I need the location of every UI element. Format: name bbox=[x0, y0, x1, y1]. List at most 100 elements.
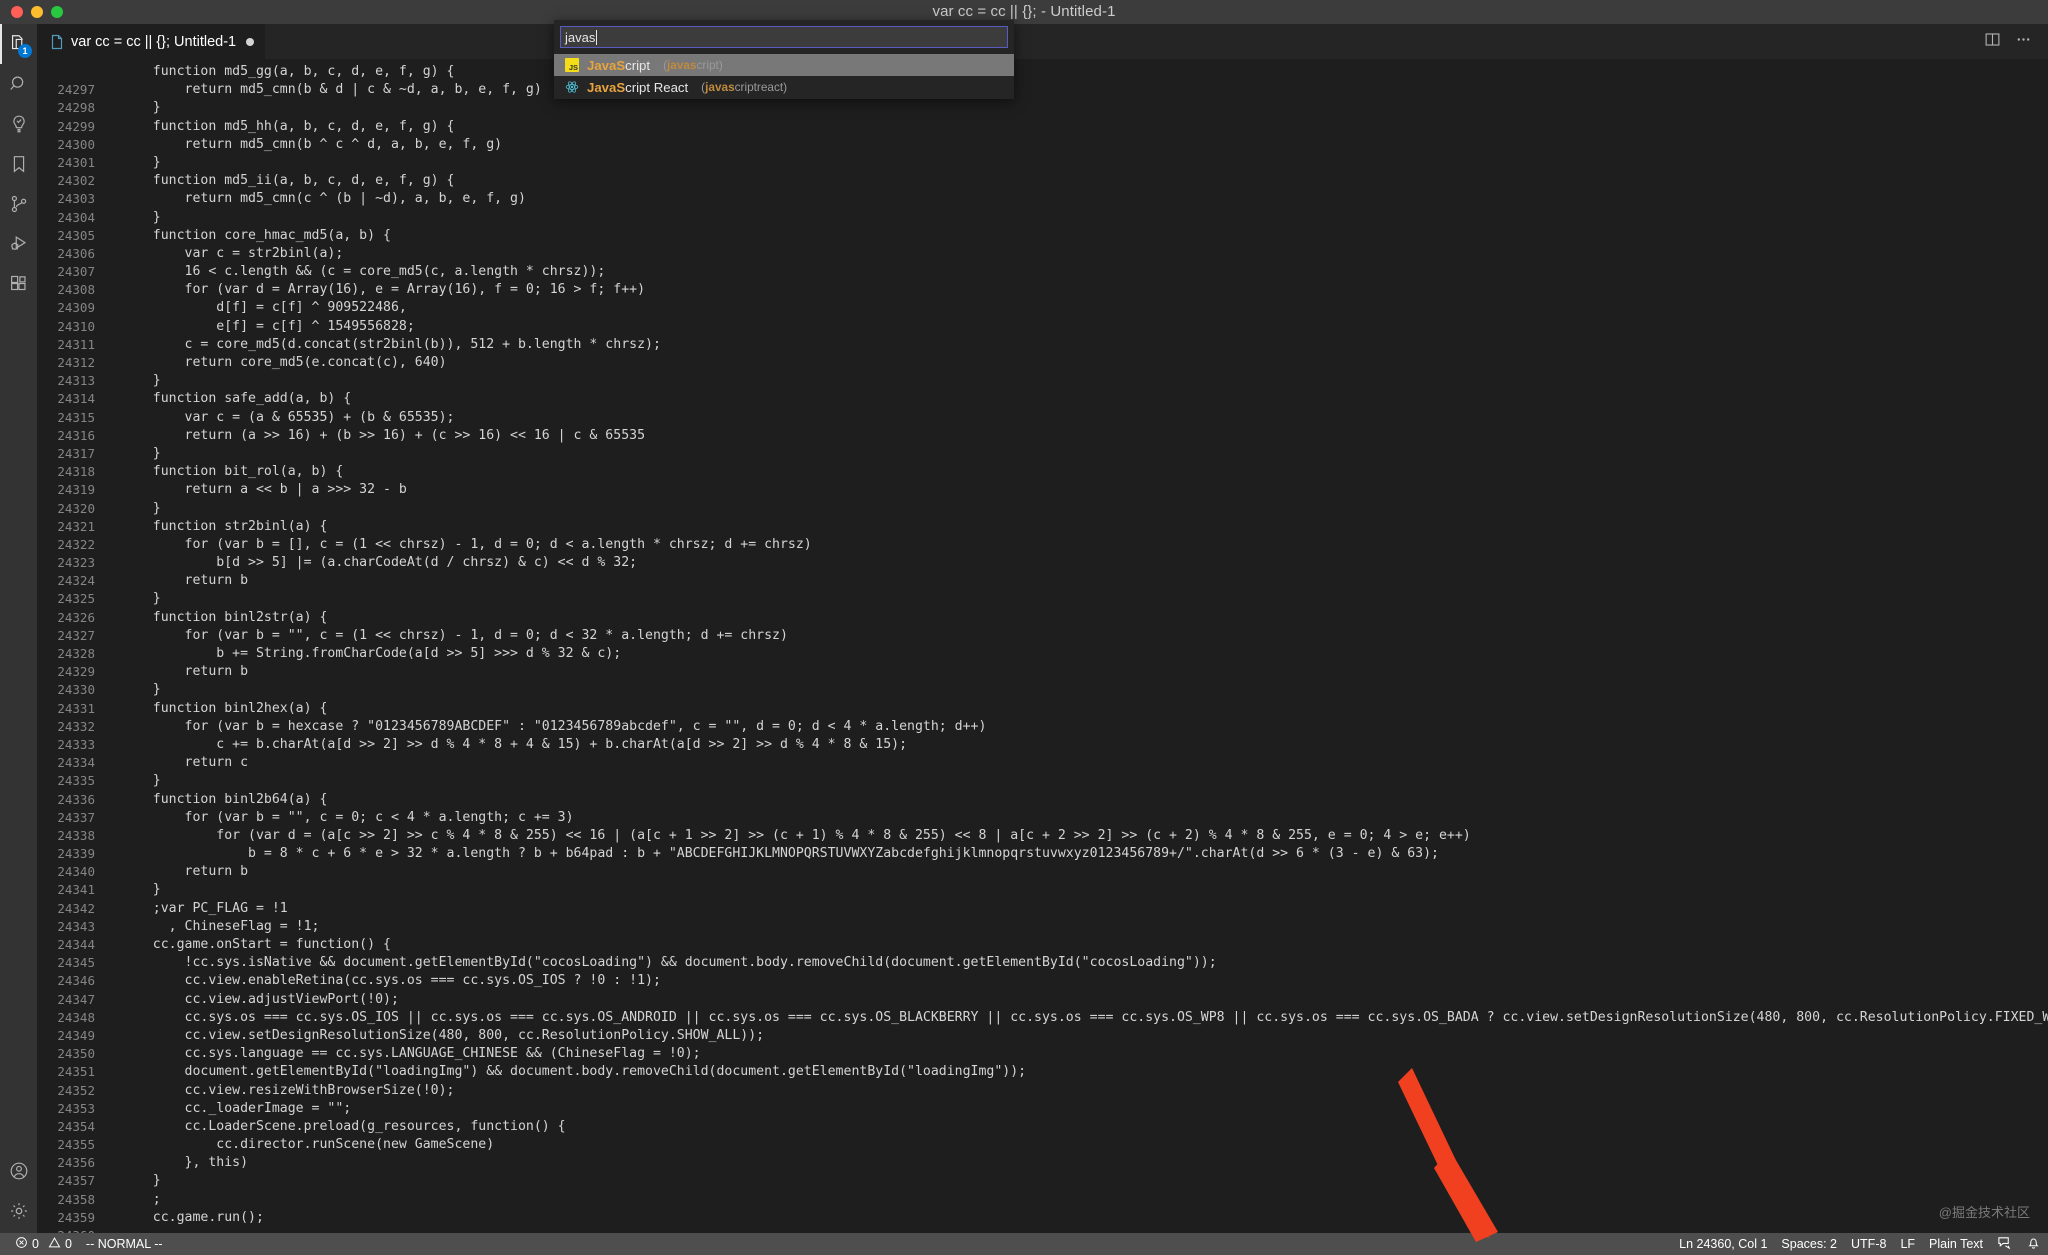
line-number: 24346 bbox=[57, 973, 95, 989]
line-text: ;var PC_FLAG = !1 bbox=[121, 900, 288, 916]
line-number: 24320 bbox=[57, 500, 95, 516]
code-line: 24356 }, this) bbox=[37, 1154, 2048, 1172]
line-text: function md5_gg(a, b, c, d, e, f, g) { bbox=[121, 64, 455, 79]
line-number: 24359 bbox=[57, 1209, 95, 1225]
line-text: } bbox=[121, 500, 161, 516]
error-count: 0 bbox=[32, 1237, 39, 1251]
code-line: 24338 for (var d = (a[c >> 2] >> c % 4 *… bbox=[37, 827, 2048, 845]
code-line: 24347 cc.view.adjustViewPort(!0); bbox=[37, 991, 2048, 1009]
status-eol[interactable]: LF bbox=[1893, 1233, 1922, 1255]
line-text: d[f] = c[f] ^ 909522486, bbox=[121, 300, 407, 316]
code-line: 24315 var c = (a & 65535) + (b & 65535); bbox=[37, 409, 2048, 427]
code-line: 24312 return core_md5(e.concat(c), 640) bbox=[37, 354, 2048, 372]
line-number: 24313 bbox=[57, 373, 95, 389]
line-number: 24304 bbox=[57, 209, 95, 225]
code-line: function md5_gg(a, b, c, d, e, f, g) { bbox=[37, 63, 2048, 81]
status-encoding[interactable]: UTF-8 bbox=[1844, 1233, 1893, 1255]
code-line: 24332 for (var b = hexcase ? "0123456789… bbox=[37, 718, 2048, 736]
line-text: cc.director.runScene(new GameScene) bbox=[121, 1137, 495, 1153]
line-number: 24318 bbox=[57, 464, 95, 480]
sidebar-item-source-control[interactable] bbox=[0, 184, 37, 224]
line-text: function md5_hh(a, b, c, d, e, f, g) { bbox=[121, 118, 455, 134]
code-line: 24316 return (a >> 16) + (b >> 16) + (c … bbox=[37, 427, 2048, 445]
code-line: 24333 c += b.charAt(a[d >> 2] >> d % 4 *… bbox=[37, 736, 2048, 754]
sidebar-item-bookmarks[interactable] bbox=[0, 144, 37, 184]
code-line: 24358 ; bbox=[37, 1191, 2048, 1209]
status-vim-mode[interactable]: -- NORMAL -- bbox=[79, 1233, 170, 1255]
code-line: 24309 d[f] = c[f] ^ 909522486, bbox=[37, 299, 2048, 317]
line-text: } bbox=[121, 1173, 161, 1189]
sidebar-item-manage[interactable] bbox=[0, 1191, 37, 1231]
language-mode-quick-pick[interactable]: javas JS JavaScript (javascript) JavaScript… bbox=[554, 20, 1014, 99]
status-editor-position[interactable]: Ln 24360, Col 1 bbox=[1672, 1233, 1774, 1255]
tab-untitled-1[interactable]: var cc = cc || {}; Untitled-1 bbox=[37, 24, 267, 59]
quick-pick-input[interactable]: javas bbox=[560, 26, 1008, 48]
tab-dirty-indicator[interactable] bbox=[246, 37, 255, 46]
line-number: 24322 bbox=[57, 536, 95, 552]
code-line: 24336 function binl2b64(a) { bbox=[37, 791, 2048, 809]
activity-bar: 1 bbox=[0, 24, 37, 1237]
line-number: 24323 bbox=[57, 555, 95, 571]
close-window-button[interactable] bbox=[11, 6, 23, 18]
sidebar-item-testing[interactable] bbox=[0, 104, 37, 144]
line-text: ; bbox=[121, 1191, 161, 1207]
line-number: 24303 bbox=[57, 191, 95, 207]
code-line: 24322 for (var b = [], c = (1 << chrsz) … bbox=[37, 536, 2048, 554]
activity-bar-top: 1 bbox=[0, 24, 37, 1151]
line-number: 24353 bbox=[57, 1100, 95, 1116]
code-line: 24327 for (var b = "", c = (1 << chrsz) … bbox=[37, 627, 2048, 645]
ellipsis-icon[interactable] bbox=[2015, 31, 2032, 53]
code-editor[interactable]: function md5_gg(a, b, c, d, e, f, g) { 24… bbox=[37, 59, 2048, 1237]
sidebar-item-accounts[interactable] bbox=[0, 1151, 37, 1191]
status-feedback[interactable] bbox=[1990, 1233, 2019, 1255]
line-text: cc.view.resizeWithBrowserSize(!0); bbox=[121, 1082, 455, 1098]
quick-pick-item[interactable]: JS JavaScript (javascript) bbox=[554, 54, 1014, 76]
line-number: 24356 bbox=[57, 1155, 95, 1171]
quick-pick-item[interactable]: JavaScript React (javascriptreact) bbox=[554, 76, 1014, 98]
status-notifications[interactable] bbox=[2019, 1233, 2048, 1255]
sidebar-item-search[interactable] bbox=[0, 64, 37, 104]
line-text: return b bbox=[121, 864, 249, 880]
quick-pick-item-description: (javascriptreact) bbox=[701, 80, 788, 94]
line-text: var c = str2binl(a); bbox=[121, 245, 344, 261]
line-number: 24358 bbox=[57, 1191, 95, 1207]
line-text: return b bbox=[121, 664, 249, 680]
line-text: } bbox=[121, 773, 161, 789]
code-line: 24340 return b bbox=[37, 863, 2048, 881]
split-editor-icon[interactable] bbox=[1984, 31, 2001, 53]
line-text: cc._loaderImage = ""; bbox=[121, 1100, 352, 1116]
window-title: var cc = cc || {}; - Untitled-1 bbox=[932, 3, 1116, 20]
line-number: 24342 bbox=[57, 900, 95, 916]
sidebar-item-run-and-debug[interactable] bbox=[0, 224, 37, 264]
status-indentation[interactable]: Spaces: 2 bbox=[1774, 1233, 1844, 1255]
minimize-window-button[interactable] bbox=[31, 6, 43, 18]
line-number: 24310 bbox=[57, 318, 95, 334]
status-bar: 0 0 -- NORMAL -- Ln 24360, Col 1 Spaces:… bbox=[0, 1233, 2048, 1255]
code-line: 24328 b += String.fromCharCode(a[d >> 5]… bbox=[37, 645, 2048, 663]
status-language-mode[interactable]: Plain Text bbox=[1922, 1233, 1990, 1255]
line-number: 24316 bbox=[57, 427, 95, 443]
line-number: 24325 bbox=[57, 591, 95, 607]
line-number: 24348 bbox=[57, 1009, 95, 1025]
vscode-window: var cc = cc || {}; - Untitled-1 1 var cc… bbox=[0, 0, 2048, 1255]
line-text: return c bbox=[121, 755, 249, 771]
line-text: return md5_cmn(c ^ (b | ~d), a, b, e, f,… bbox=[121, 191, 526, 207]
status-problems[interactable]: 0 0 bbox=[8, 1233, 79, 1255]
line-number: 24349 bbox=[57, 1027, 95, 1043]
code-line: 24355 cc.director.runScene(new GameScene… bbox=[37, 1136, 2048, 1154]
line-number: 24297 bbox=[57, 82, 95, 98]
maximize-window-button[interactable] bbox=[51, 6, 63, 18]
sidebar-item-explorer[interactable]: 1 bbox=[0, 24, 37, 64]
title-bar: var cc = cc || {}; - Untitled-1 bbox=[0, 0, 2048, 24]
quick-pick-item-description: (javascript) bbox=[663, 58, 723, 72]
code-line: 24345 !cc.sys.isNative && document.getEl… bbox=[37, 954, 2048, 972]
line-number: 24308 bbox=[57, 282, 95, 298]
sidebar-item-extensions[interactable] bbox=[0, 264, 37, 304]
window-controls[interactable] bbox=[0, 6, 63, 18]
code-line: 24319 return a << b | a >>> 32 - b bbox=[37, 481, 2048, 499]
quick-pick-item-label: JavaScript React bbox=[587, 79, 689, 95]
line-number: 24351 bbox=[57, 1064, 95, 1080]
line-number: 24327 bbox=[57, 627, 95, 643]
quick-pick-item-label: JavaScript bbox=[587, 57, 651, 73]
line-number: 24345 bbox=[57, 955, 95, 971]
